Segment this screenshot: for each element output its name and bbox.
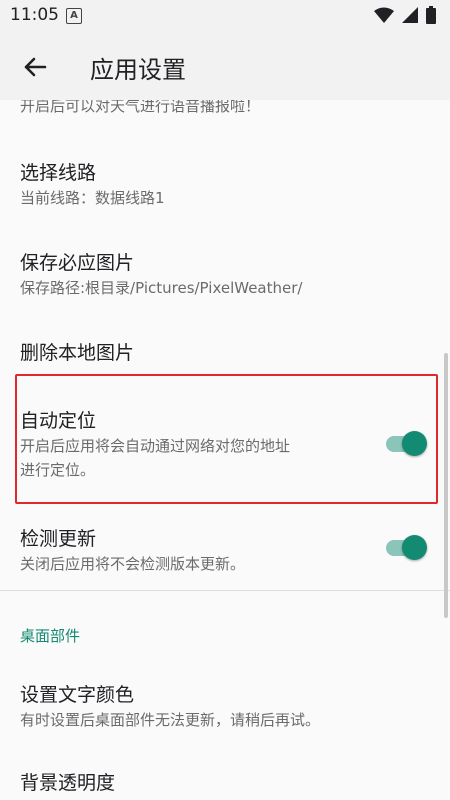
back-button[interactable] <box>18 50 52 84</box>
battery-icon <box>426 6 436 24</box>
page-title: 应用设置 <box>90 56 186 84</box>
status-icons <box>374 6 436 24</box>
widget-category-header: 桌面部件 <box>20 627 81 645</box>
save-bing-image-subtitle: 保存路径:根目录/Pictures/PixelWeather/ <box>20 279 303 297</box>
text-color-title: 设置文字颜色 <box>20 684 135 706</box>
check-update-item[interactable]: 检测更新 关闭后应用将不会检测版本更新。 <box>0 514 450 584</box>
check-update-subtitle: 关闭后应用将不会检测版本更新。 <box>20 555 246 573</box>
text-color-item[interactable]: 设置文字颜色 有时设置后桌面部件无法更新，请稍后再试。 <box>0 672 450 742</box>
text-color-subtitle: 有时设置后桌面部件无法更新，请稍后再试。 <box>20 711 321 729</box>
check-update-switch[interactable] <box>384 532 430 562</box>
voice-broadcast-item[interactable]: 开启后可以对天气进行语音播报啦！ <box>0 100 450 118</box>
select-route-title: 选择线路 <box>20 162 97 184</box>
status-bar: 11:05 A <box>0 0 450 32</box>
scrollbar[interactable] <box>444 353 448 618</box>
signal-icon <box>402 7 418 23</box>
settings-list: 开启后可以对天气进行语音播报啦！ 选择线路 当前线路：数据线路1 保存必应图片 … <box>0 100 450 800</box>
wifi-icon <box>374 7 394 23</box>
switch-thumb <box>402 535 427 560</box>
select-route-item[interactable]: 选择线路 当前线路：数据线路1 <box>0 144 450 214</box>
background-opacity-title: 背景透明度 <box>20 772 116 794</box>
check-update-title: 检测更新 <box>20 528 97 550</box>
section-divider <box>0 590 450 591</box>
select-route-subtitle: 当前线路：数据线路1 <box>20 189 165 207</box>
save-bing-image-item[interactable]: 保存必应图片 保存路径:根目录/Pictures/PixelWeather/ <box>0 234 450 304</box>
highlight-box <box>15 374 438 504</box>
save-bing-image-title: 保存必应图片 <box>20 252 135 274</box>
status-time: 11:05 <box>10 5 59 25</box>
app-bar: 应用设置 <box>0 32 450 100</box>
voice-broadcast-subtitle: 开启后可以对天气进行语音播报啦！ <box>20 100 261 115</box>
background-opacity-item[interactable]: 背景透明度 <box>0 760 450 800</box>
delete-local-images-title: 删除本地图片 <box>20 342 135 364</box>
delete-local-images-item[interactable]: 删除本地图片 <box>0 324 450 374</box>
notification-a-icon: A <box>66 8 82 24</box>
arrow-back-icon <box>24 57 47 77</box>
